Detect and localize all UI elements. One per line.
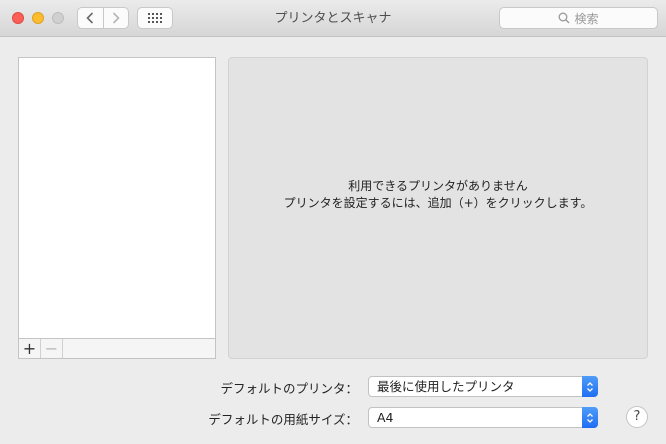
grid-icon <box>148 13 162 23</box>
title-bar: プリンタとスキャナ 検索 <box>0 0 666 37</box>
navigation-buttons <box>77 7 129 29</box>
printer-list[interactable]: + − <box>18 57 216 359</box>
default-printer-value: 最後に使用したプリンタ <box>377 379 515 394</box>
default-paper-size-label: デフォルトの用紙サイズ： <box>208 412 358 427</box>
show-all-button[interactable] <box>137 7 173 29</box>
printer-detail-pane: 利用できるプリンタがありません プリンタを設定するには、追加（+）をクリックしま… <box>228 57 648 359</box>
remove-printer-button[interactable]: − <box>41 339 63 358</box>
default-paper-size-select[interactable]: A4 <box>368 407 598 428</box>
default-printer-label: デフォルトのプリンタ： <box>220 381 358 396</box>
add-printer-hint: プリンタを設定するには、追加（+）をクリックします。 <box>283 196 593 210</box>
no-printers-message: 利用できるプリンタがありません <box>348 179 528 193</box>
default-paper-size-value: A4 <box>377 410 394 425</box>
up-down-arrows-icon <box>587 381 593 392</box>
default-paper-size-stepper[interactable] <box>582 407 598 428</box>
zoom-button[interactable] <box>52 12 64 24</box>
printer-list-toolbar: + − <box>19 338 215 358</box>
close-button[interactable] <box>12 12 24 24</box>
add-printer-button[interactable]: + <box>19 339 41 358</box>
search-placeholder: 検索 <box>574 11 599 26</box>
search-icon <box>559 12 570 24</box>
forward-button[interactable] <box>102 8 128 28</box>
up-down-arrows-icon <box>587 412 593 423</box>
chevron-left-icon <box>86 12 94 24</box>
search-field[interactable]: 検索 <box>499 7 658 29</box>
chevron-right-icon <box>112 12 120 24</box>
minimize-button[interactable] <box>32 12 44 24</box>
help-button[interactable]: ? <box>626 406 648 428</box>
default-printer-stepper[interactable] <box>582 376 598 397</box>
default-printer-select[interactable]: 最後に使用したプリンタ <box>368 376 598 397</box>
printers-scanners-window: プリンタとスキャナ 検索 + − 利用できるプリンタがありません プリンタを設定… <box>0 0 666 444</box>
back-button[interactable] <box>78 8 103 28</box>
